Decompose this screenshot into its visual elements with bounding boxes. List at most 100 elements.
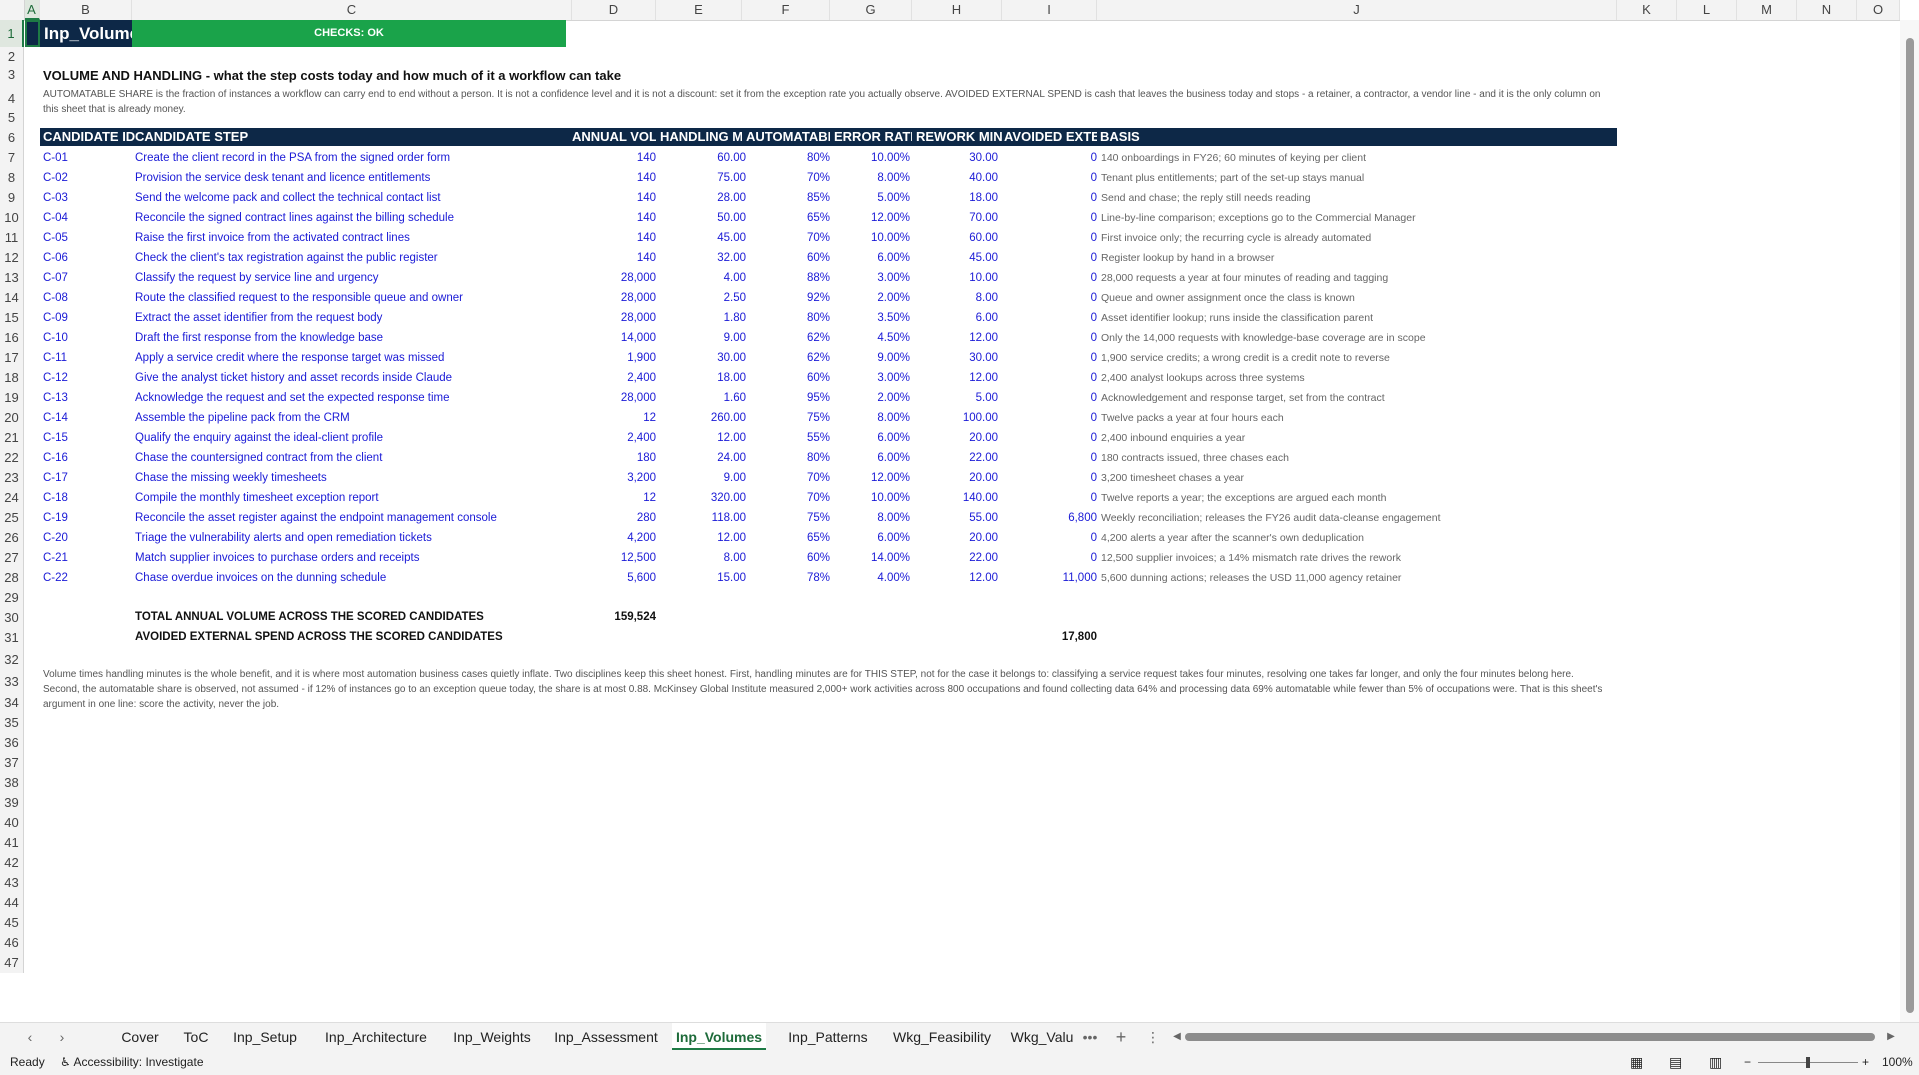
candidate-id-cell[interactable]: C-05 xyxy=(43,229,131,247)
basis-cell[interactable]: Weekly reconciliation; releases the FY26… xyxy=(1101,509,1616,527)
basis-cell[interactable]: Line-by-line comparison; exceptions go t… xyxy=(1101,209,1616,227)
rework-minutes-cell[interactable]: 55.00 xyxy=(912,509,998,527)
error-rate-cell[interactable]: 4.50% xyxy=(830,329,910,347)
rework-minutes-cell[interactable]: 18.00 xyxy=(912,189,998,207)
candidate-id-cell[interactable]: C-14 xyxy=(43,409,131,427)
row-header-20[interactable]: 20 xyxy=(0,408,24,428)
automatable-share-cell[interactable]: 78% xyxy=(742,569,830,587)
error-rate-cell[interactable]: 5.00% xyxy=(830,189,910,207)
handling-minutes-cell[interactable]: 75.00 xyxy=(656,169,746,187)
column-header-n[interactable]: N xyxy=(1797,0,1857,20)
next-sheet-icon[interactable]: › xyxy=(52,1023,72,1051)
candidate-step-cell[interactable]: Chase overdue invoices on the dunning sc… xyxy=(135,569,565,587)
sheet-tab-inp-setup[interactable]: Inp_Setup xyxy=(228,1023,302,1051)
annual-volume-cell[interactable]: 5,600 xyxy=(572,569,656,587)
horizontal-scroll-thumb[interactable] xyxy=(1185,1033,1875,1041)
automatable-share-cell[interactable]: 92% xyxy=(742,289,830,307)
basis-cell[interactable]: 140 onboardings in FY26; 60 minutes of k… xyxy=(1101,149,1616,167)
candidate-step-cell[interactable]: Match supplier invoices to purchase orde… xyxy=(135,549,565,567)
total-volume-value[interactable]: 159,524 xyxy=(572,608,656,626)
rework-minutes-cell[interactable]: 30.00 xyxy=(912,349,998,367)
basis-cell[interactable]: 4,200 alerts a year after the scanner's … xyxy=(1101,529,1616,547)
automatable-share-cell[interactable]: 70% xyxy=(742,169,830,187)
rework-minutes-cell[interactable]: 8.00 xyxy=(912,289,998,307)
basis-cell[interactable]: 28,000 requests a year at four minutes o… xyxy=(1101,269,1616,287)
error-rate-cell[interactable]: 10.00% xyxy=(830,149,910,167)
avoided-external-spend-cell[interactable]: 0 xyxy=(1002,429,1097,447)
automatable-share-cell[interactable]: 70% xyxy=(742,229,830,247)
error-rate-cell[interactable]: 12.00% xyxy=(830,209,910,227)
annual-volume-cell[interactable]: 140 xyxy=(572,169,656,187)
candidate-id-cell[interactable]: C-15 xyxy=(43,429,131,447)
zoom-out-button[interactable]: − xyxy=(1744,1050,1751,1075)
avoided-external-spend-cell[interactable]: 6,800 xyxy=(1002,509,1097,527)
candidate-step-cell[interactable]: Send the welcome pack and collect the te… xyxy=(135,189,565,207)
rework-minutes-cell[interactable]: 70.00 xyxy=(912,209,998,227)
total-spend-label[interactable]: AVOIDED EXTERNAL SPEND ACROSS THE SCORED… xyxy=(135,628,575,646)
basis-cell[interactable]: First invoice only; the recurring cycle … xyxy=(1101,229,1616,247)
sheet-tab-toc[interactable]: ToC xyxy=(180,1023,212,1051)
row-header-18[interactable]: 18 xyxy=(0,368,24,388)
annual-volume-cell[interactable]: 280 xyxy=(572,509,656,527)
error-rate-cell[interactable]: 6.00% xyxy=(830,449,910,467)
automatable-share-cell[interactable]: 80% xyxy=(742,149,830,167)
avoided-external-spend-cell[interactable]: 0 xyxy=(1002,189,1097,207)
basis-cell[interactable]: Only the 14,000 requests with knowledge-… xyxy=(1101,329,1616,347)
page-layout-view-icon[interactable]: ▤ xyxy=(1669,1050,1682,1075)
annual-volume-cell[interactable]: 12,500 xyxy=(572,549,656,567)
row-header-10[interactable]: 10 xyxy=(0,208,24,228)
handling-minutes-cell[interactable]: 15.00 xyxy=(656,569,746,587)
handling-minutes-cell[interactable]: 12.00 xyxy=(656,429,746,447)
section-title[interactable]: VOLUME AND HANDLING - what the step cost… xyxy=(43,68,621,83)
prev-sheet-icon[interactable]: ‹ xyxy=(20,1023,40,1051)
error-rate-cell[interactable]: 14.00% xyxy=(830,549,910,567)
error-rate-cell[interactable]: 8.00% xyxy=(830,409,910,427)
sheet-menu-icon[interactable]: ⋮ xyxy=(1143,1023,1163,1051)
rework-minutes-cell[interactable]: 6.00 xyxy=(912,309,998,327)
row-header-8[interactable]: 8 xyxy=(0,168,24,188)
automatable-share-cell[interactable]: 60% xyxy=(742,549,830,567)
zoom-level[interactable]: 100% xyxy=(1882,1050,1913,1075)
rework-minutes-cell[interactable]: 12.00 xyxy=(912,369,998,387)
column-header-b[interactable]: B xyxy=(40,0,132,20)
rework-minutes-cell[interactable]: 22.00 xyxy=(912,549,998,567)
column-header-k[interactable]: K xyxy=(1617,0,1677,20)
handling-minutes-cell[interactable]: 260.00 xyxy=(656,409,746,427)
avoided-external-spend-cell[interactable]: 0 xyxy=(1002,389,1097,407)
row-header-22[interactable]: 22 xyxy=(0,448,24,468)
handling-minutes-cell[interactable]: 24.00 xyxy=(656,449,746,467)
scroll-right-icon[interactable]: ▶ xyxy=(1884,1023,1898,1051)
automatable-share-cell[interactable]: 80% xyxy=(742,449,830,467)
error-rate-cell[interactable]: 8.00% xyxy=(830,509,910,527)
error-rate-cell[interactable]: 6.00% xyxy=(830,529,910,547)
candidate-step-cell[interactable]: Extract the asset identifier from the re… xyxy=(135,309,565,327)
methodology-note[interactable]: Volume times handling minutes is the who… xyxy=(43,667,1603,712)
header-annual-volume[interactable]: ANNUAL VOLUME xyxy=(572,128,656,146)
basis-cell[interactable]: 2,400 inbound enquiries a year xyxy=(1101,429,1616,447)
automatable-share-cell[interactable]: 75% xyxy=(742,409,830,427)
horizontal-scrollbar[interactable] xyxy=(1185,1032,1875,1042)
basis-cell[interactable]: Send and chase; the reply still needs re… xyxy=(1101,189,1616,207)
candidate-id-cell[interactable]: C-02 xyxy=(43,169,131,187)
candidate-id-cell[interactable]: C-11 xyxy=(43,349,131,367)
row-header-35[interactable]: 35 xyxy=(0,713,24,733)
basis-cell[interactable]: 5,600 dunning actions; releases the USD … xyxy=(1101,569,1616,587)
automatable-share-cell[interactable]: 55% xyxy=(742,429,830,447)
row-header-11[interactable]: 11 xyxy=(0,228,24,248)
handling-minutes-cell[interactable]: 32.00 xyxy=(656,249,746,267)
handling-minutes-cell[interactable]: 45.00 xyxy=(656,229,746,247)
candidate-id-cell[interactable]: C-13 xyxy=(43,389,131,407)
basis-cell[interactable]: Tenant plus entitlements; part of the se… xyxy=(1101,169,1616,187)
candidate-id-cell[interactable]: C-17 xyxy=(43,469,131,487)
basis-cell[interactable]: 12,500 supplier invoices; a 14% mismatch… xyxy=(1101,549,1616,567)
annual-volume-cell[interactable]: 140 xyxy=(572,209,656,227)
column-header-j[interactable]: J xyxy=(1097,0,1617,20)
automatable-share-cell[interactable]: 65% xyxy=(742,209,830,227)
annual-volume-cell[interactable]: 2,400 xyxy=(572,369,656,387)
basis-cell[interactable]: 180 contracts issued, three chases each xyxy=(1101,449,1616,467)
scroll-left-icon[interactable]: ◀ xyxy=(1170,1023,1184,1051)
automatable-share-cell[interactable]: 95% xyxy=(742,389,830,407)
handling-minutes-cell[interactable]: 50.00 xyxy=(656,209,746,227)
annual-volume-cell[interactable]: 1,900 xyxy=(572,349,656,367)
row-header-47[interactable]: 47 xyxy=(0,953,24,973)
